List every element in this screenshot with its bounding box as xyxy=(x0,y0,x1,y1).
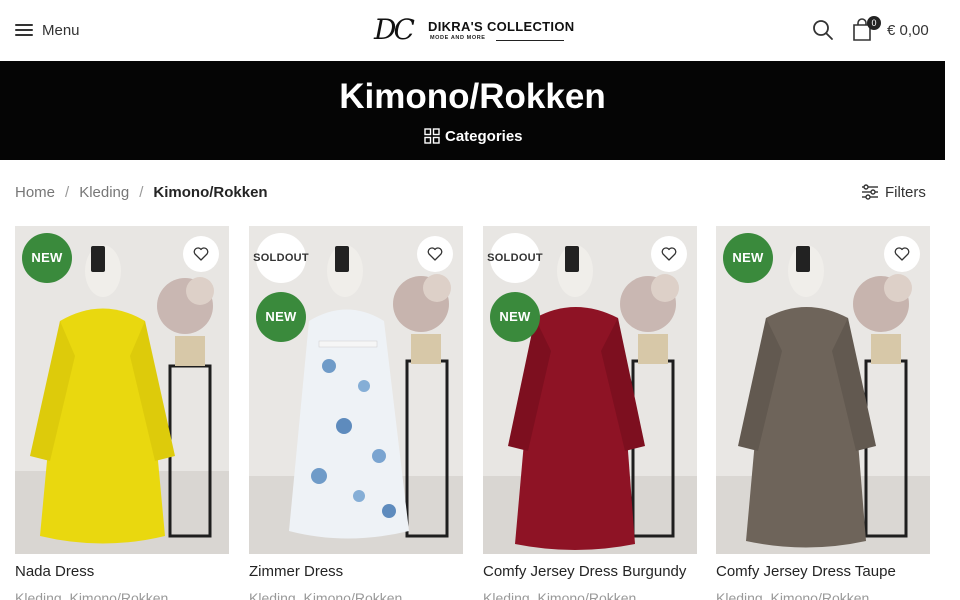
page-title-bar: Kimono/Rokken Categories xyxy=(0,61,945,160)
sold-out-badge-line: SOLD xyxy=(253,252,285,264)
wishlist-button[interactable] xyxy=(884,236,920,272)
category-link[interactable]: Kimono/Rokken xyxy=(537,590,636,600)
sold-out-badge-line: SOLD xyxy=(487,252,519,264)
cart-total: € 0,00 xyxy=(887,21,929,39)
product-image[interactable]: SOLD OUT NEW xyxy=(249,226,463,554)
product-name[interactable]: Nada Dress xyxy=(15,563,94,580)
product-card: SOLD OUT NEW Zimmer Dress Kleding, Kimono… xyxy=(249,226,463,600)
category-separator: , xyxy=(295,590,300,600)
category-link[interactable]: Kimono/Rokken xyxy=(69,590,168,600)
shopping-bag-icon: 0 xyxy=(852,16,881,42)
search-icon[interactable] xyxy=(812,19,834,41)
product-card: SOLD OUT NEW Comfy Jersey Dress Burgundy … xyxy=(483,226,697,600)
new-badge: NEW xyxy=(723,233,773,283)
categories-label: Categories xyxy=(445,127,523,145)
product-card: NEW Comfy Jersey Dress Taupe Kleding, Ki… xyxy=(716,226,930,600)
wishlist-button[interactable] xyxy=(651,236,687,272)
product-name[interactable]: Zimmer Dress xyxy=(249,563,343,580)
page-right-edge xyxy=(945,0,960,600)
product-card: NEW Nada Dress Kleding, Kimono/Rokken xyxy=(15,226,229,600)
sliders-icon xyxy=(862,184,878,200)
product-image[interactable]: NEW xyxy=(15,226,229,554)
category-link[interactable]: Kleding xyxy=(15,590,62,600)
wishlist-button[interactable] xyxy=(417,236,453,272)
grid-icon xyxy=(424,128,440,144)
heart-icon xyxy=(894,247,910,261)
logo-monogram: DC xyxy=(374,13,415,46)
logo-underline xyxy=(496,40,564,41)
product-categories: Kleding, Kimono/Rokken xyxy=(15,590,168,600)
page-title: Kimono/Rokken xyxy=(339,77,606,116)
product-image[interactable]: SOLD OUT NEW xyxy=(483,226,697,554)
breadcrumb-current: Kimono/Rokken xyxy=(153,183,268,201)
product-categories: Kleding, Kimono/Rokken xyxy=(249,590,402,600)
menu-label: Menu xyxy=(42,21,80,39)
heart-icon xyxy=(193,247,209,261)
site-logo[interactable]: DC DIKRA'S COLLECTION MODE AND MORE xyxy=(374,13,574,47)
menu-button[interactable]: Menu xyxy=(15,19,80,41)
product-categories: Kleding, Kimono/Rokken xyxy=(483,590,636,600)
product-image[interactable]: NEW xyxy=(716,226,930,554)
logo-name: DIKRA'S COLLECTION xyxy=(428,19,575,34)
product-name[interactable]: Comfy Jersey Dress Burgundy xyxy=(483,563,686,580)
logo-tagline: MODE AND MORE xyxy=(430,35,486,41)
new-badge: NEW xyxy=(22,233,72,283)
categories-button[interactable]: Categories xyxy=(424,126,523,146)
breadcrumb-home[interactable]: Home xyxy=(15,184,55,201)
hamburger-icon xyxy=(15,23,33,37)
category-separator: , xyxy=(529,590,534,600)
product-name[interactable]: Comfy Jersey Dress Taupe xyxy=(716,563,896,580)
breadcrumb-kleding[interactable]: Kleding xyxy=(79,184,129,201)
new-badge: NEW xyxy=(256,292,306,342)
filters-button[interactable]: Filters xyxy=(861,182,926,202)
category-link[interactable]: Kleding xyxy=(483,590,530,600)
sold-out-badge-line: OUT xyxy=(284,252,309,264)
cart-count-badge: 0 xyxy=(867,16,881,30)
category-link[interactable]: Kimono/Rokken xyxy=(770,590,869,600)
sold-out-badge: SOLD OUT xyxy=(253,233,309,283)
category-separator: , xyxy=(762,590,767,600)
breadcrumb: Home / Kleding / Kimono/Rokken xyxy=(15,182,268,202)
breadcrumb-separator: / xyxy=(139,183,144,201)
site-header: Menu DC DIKRA'S COLLECTION MODE AND MORE… xyxy=(0,0,945,61)
category-separator: , xyxy=(61,590,66,600)
category-link[interactable]: Kleding xyxy=(716,590,763,600)
sold-out-badge: SOLD OUT xyxy=(487,233,543,283)
wishlist-button[interactable] xyxy=(183,236,219,272)
new-badge: NEW xyxy=(490,292,540,342)
product-categories: Kleding, Kimono/Rokken xyxy=(716,590,869,600)
heart-icon xyxy=(427,247,443,261)
cart-button[interactable]: 0 € 0,00 xyxy=(852,16,929,44)
breadcrumb-separator: / xyxy=(65,183,70,201)
category-link[interactable]: Kleding xyxy=(249,590,296,600)
sold-out-badge-line: OUT xyxy=(518,252,543,264)
filters-label: Filters xyxy=(885,183,926,201)
heart-icon xyxy=(661,247,677,261)
category-link[interactable]: Kimono/Rokken xyxy=(303,590,402,600)
